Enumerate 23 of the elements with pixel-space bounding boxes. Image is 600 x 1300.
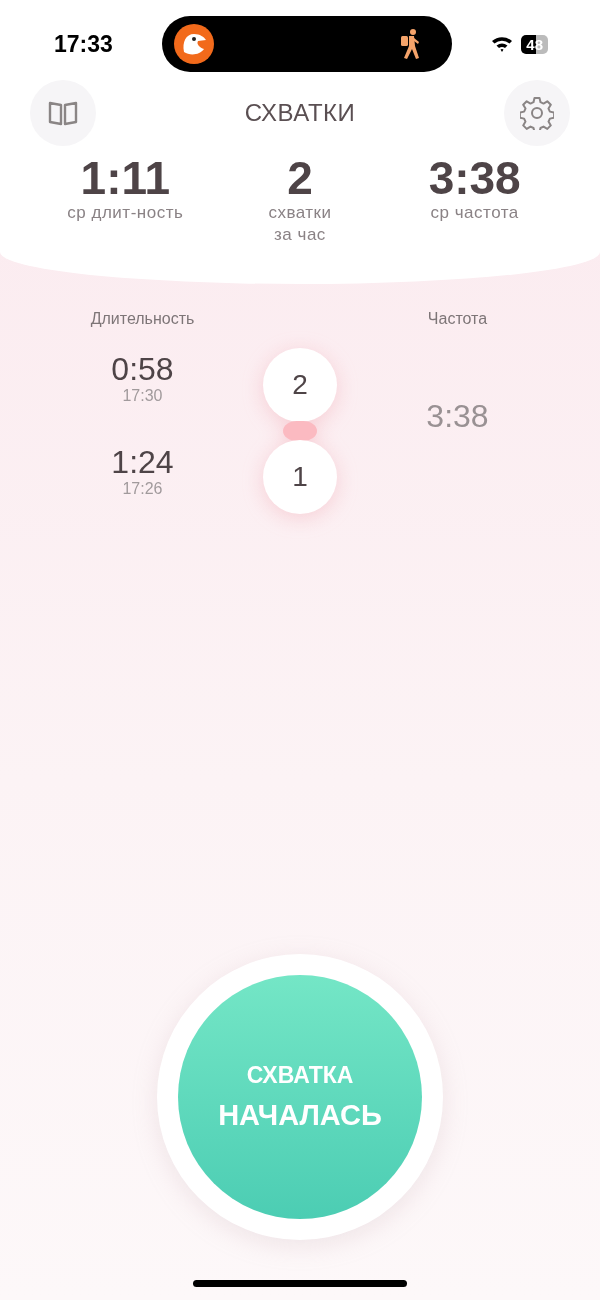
- stat-label: ср частота: [430, 202, 519, 225]
- contraction-time: 17:30: [122, 387, 163, 406]
- column-heading: Частота: [427, 310, 488, 330]
- contraction-number: 2: [263, 348, 337, 423]
- contraction-number: 1: [263, 440, 337, 515]
- column-heading: Длительность: [90, 310, 195, 330]
- settings-icon: [520, 96, 554, 130]
- connector: [283, 421, 317, 442]
- stat-value: 2: [287, 154, 313, 203]
- stat-value: 3:38: [428, 154, 521, 203]
- screen-title: СХВАТКИ: [244, 99, 356, 127]
- stat-label: ср длит-ность: [67, 202, 184, 225]
- wifi-icon: [491, 36, 514, 52]
- book-icon: [48, 100, 78, 126]
- contraction-duration: 1:24: [111, 446, 174, 479]
- stat-label: схватки за час: [268, 202, 332, 247]
- status-time: 17:33: [54, 30, 113, 58]
- bird-logo-icon: [174, 24, 215, 64]
- stat-value: 1:11: [80, 154, 171, 203]
- contraction-interval: 3:38: [426, 398, 489, 435]
- contraction-duration: 0:58: [111, 353, 174, 386]
- contraction-time: 17:26: [122, 480, 163, 499]
- contraction-start-button[interactable]: СХВАТКА НАЧАЛАСЬ: [178, 975, 422, 1219]
